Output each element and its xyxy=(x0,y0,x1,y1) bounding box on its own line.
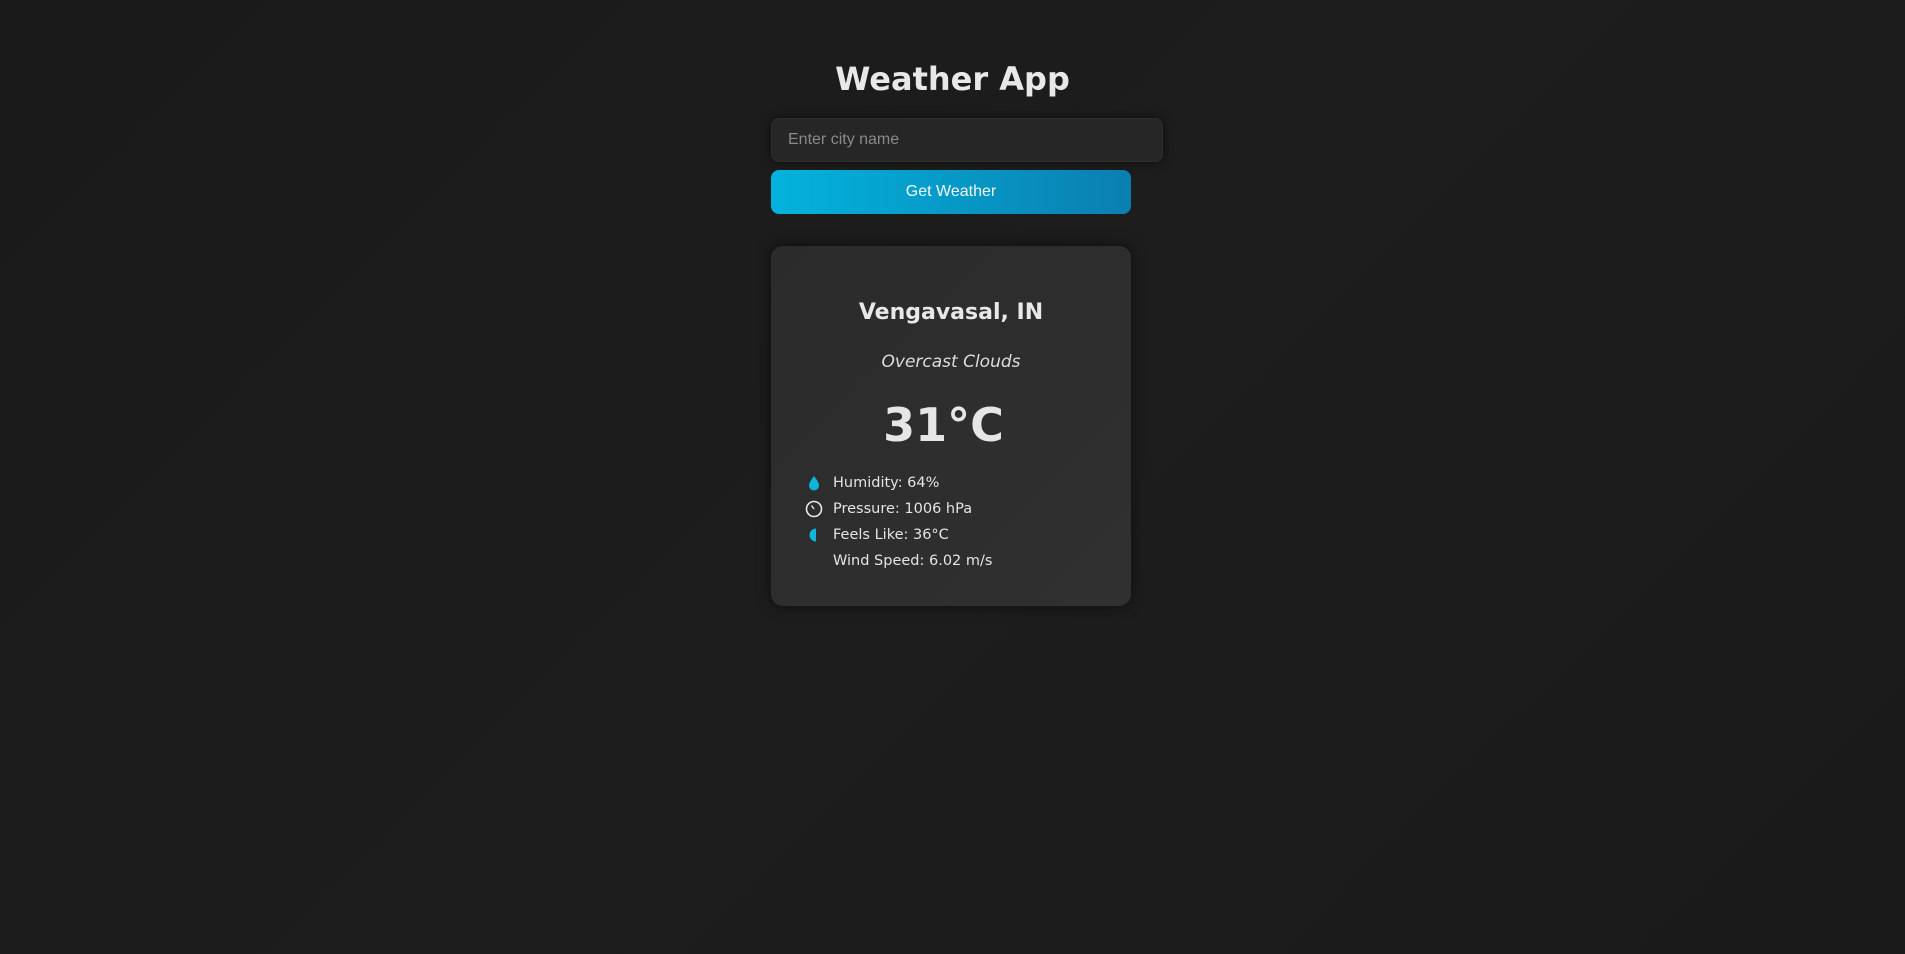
weather-card: Vengavasal, IN Overcast Clouds 31°C Humi… xyxy=(771,246,1131,606)
feels-like-text: Feels Like: 36°C xyxy=(833,527,949,543)
weather-details: Humidity: 64% Pressure: 1006 hPa Feels L… xyxy=(805,470,1105,574)
pressure-text: Pressure: 1006 hPa xyxy=(833,501,973,517)
weather-description: Overcast Clouds xyxy=(881,352,1021,372)
get-weather-button[interactable]: Get Weather xyxy=(771,170,1131,214)
humidity-drop-icon xyxy=(805,474,823,492)
feels-like-half-circle-icon xyxy=(805,526,823,544)
detail-feels-like: Feels Like: 36°C xyxy=(805,522,1105,548)
wind-icon xyxy=(805,552,823,570)
temperature-value: 31°C xyxy=(883,398,1004,452)
city-search-input[interactable] xyxy=(771,118,1163,162)
detail-humidity: Humidity: 64% xyxy=(805,470,1105,496)
humidity-text: Humidity: 64% xyxy=(833,475,940,491)
pressure-gauge-icon xyxy=(805,500,823,518)
page: Weather App Get Weather Vengavasal, IN O… xyxy=(0,0,1905,954)
location-name: Vengavasal, IN xyxy=(858,300,1044,325)
wind-speed-text: Wind Speed: 6.02 m/s xyxy=(833,553,993,569)
detail-wind-speed: Wind Speed: 6.02 m/s xyxy=(805,548,1105,574)
page-title: Weather App xyxy=(835,60,1070,98)
detail-pressure: Pressure: 1006 hPa xyxy=(805,496,1105,522)
